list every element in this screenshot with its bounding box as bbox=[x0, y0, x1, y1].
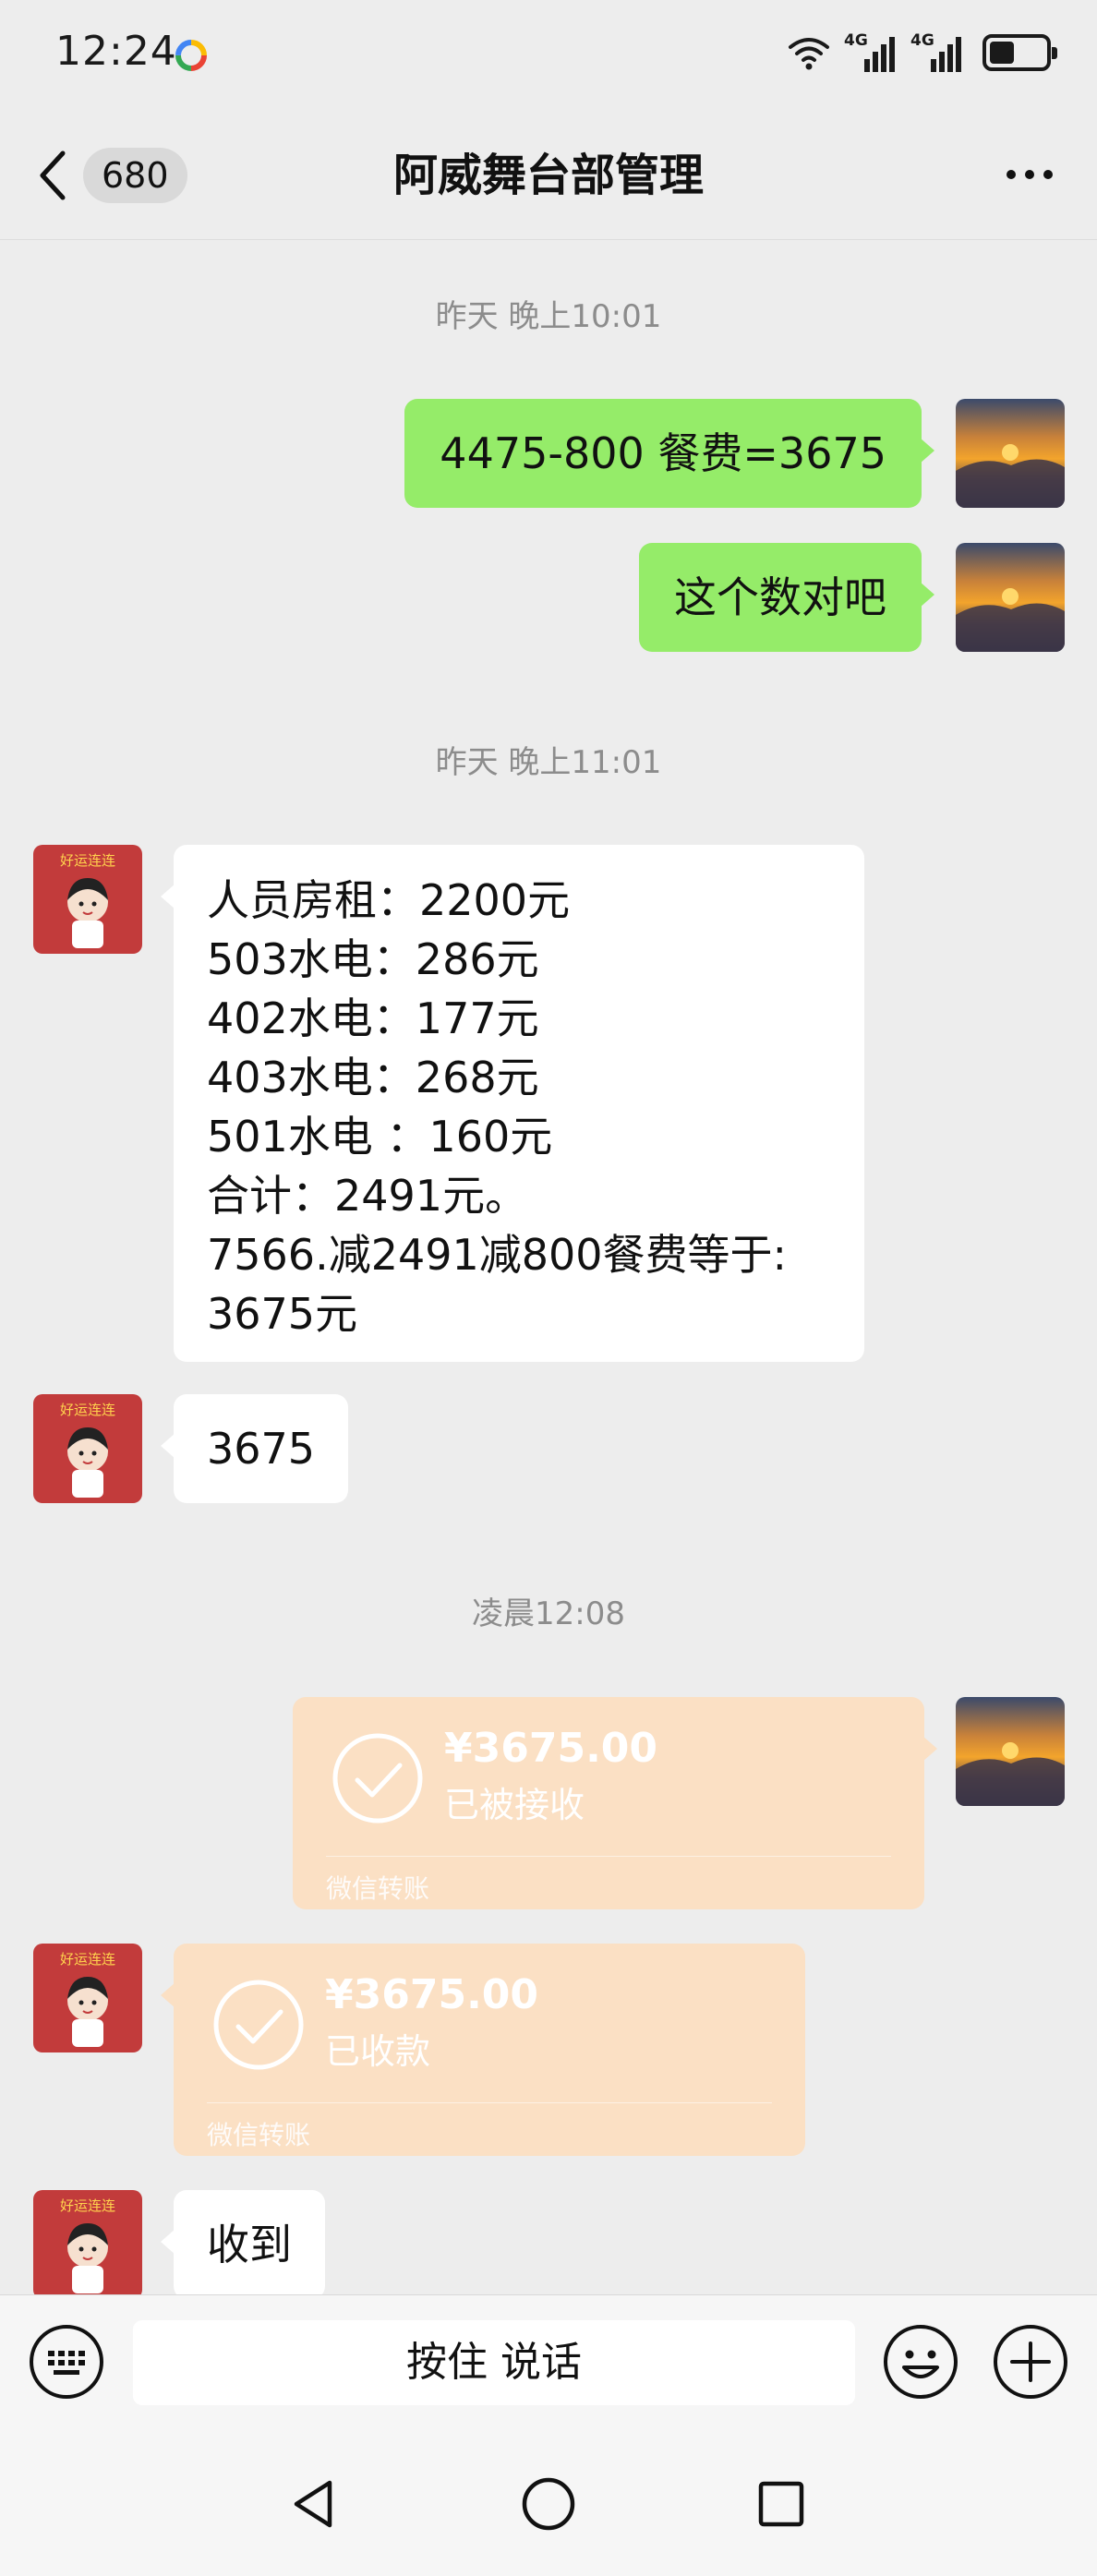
message-line: 403水电：268元 bbox=[207, 1053, 539, 1102]
input-bar: 按住 说话 bbox=[0, 2294, 1097, 2433]
circle-home-icon[interactable] bbox=[516, 2472, 581, 2536]
transfer-footer: 微信转账 bbox=[326, 1873, 430, 1904]
message-line: 3675元 bbox=[207, 1289, 358, 1339]
my-avatar[interactable] bbox=[956, 399, 1065, 508]
transfer-status: 已收款 bbox=[325, 2031, 431, 2072]
message-line: 503水电：286元 bbox=[207, 934, 539, 984]
incoming-message[interactable]: 收到 bbox=[161, 2190, 325, 2294]
transfer-status: 已被接收 bbox=[444, 1785, 585, 1825]
contact-avatar[interactable]: 好运连连 bbox=[33, 1944, 142, 2052]
cell-signal-icon: 4G bbox=[910, 31, 964, 74]
check-circle-icon bbox=[332, 1733, 423, 1824]
hold-to-talk-button[interactable]: 按住 说话 bbox=[133, 2320, 855, 2405]
my-avatar[interactable] bbox=[956, 543, 1065, 652]
svg-text:好运连连: 好运连连 bbox=[60, 1951, 115, 1968]
message-text: 这个数对吧 bbox=[674, 572, 886, 622]
outgoing-message[interactable]: 这个数对吧 bbox=[639, 543, 934, 652]
message-text: 3675 bbox=[207, 1424, 316, 1474]
triangle-back-icon[interactable] bbox=[282, 2472, 346, 2536]
message-text: 收到 bbox=[207, 2220, 292, 2269]
divider bbox=[207, 2102, 772, 2103]
transfer-amount: ¥3675.00 bbox=[325, 1971, 539, 2018]
divider bbox=[326, 1856, 891, 1857]
message-line: 合计：2491元。 bbox=[207, 1171, 528, 1221]
transfer-amount: ¥3675.00 bbox=[444, 1725, 658, 1772]
incoming-message[interactable]: 人员房租：2200元 503水电：286元 402水电：177元 403水电：2… bbox=[161, 845, 864, 1362]
wifi-icon bbox=[789, 38, 829, 70]
transfer-card-sent[interactable]: ¥3675.00 已被接收 微信转账 bbox=[293, 1697, 937, 1909]
incoming-message[interactable]: 3675 bbox=[160, 1394, 349, 1503]
svg-text:好运连连: 好运连连 bbox=[60, 2197, 115, 2214]
message-list[interactable]: 昨天 晚上10:01 4475-800 餐费=3675 这个数对吧 昨天 晚上1… bbox=[0, 240, 1097, 2294]
chat-title: 阿威舞台部管理 bbox=[392, 150, 704, 201]
status-bar: 12:24 4G 4G bbox=[0, 0, 1097, 106]
status-time: 12:24 bbox=[55, 28, 177, 75]
transfer-card-received[interactable]: ¥3675.00 已收款 微信转账 bbox=[161, 1944, 805, 2156]
contact-avatar[interactable]: 好运连连 bbox=[33, 845, 142, 954]
my-avatar[interactable] bbox=[956, 1697, 1065, 1806]
emoji-icon[interactable] bbox=[882, 2323, 959, 2401]
timestamp: 昨天 晚上10:01 bbox=[435, 298, 662, 335]
more-dots-icon bbox=[1007, 170, 1016, 179]
message-line: 7566.减2491减800餐费等于: bbox=[207, 1230, 788, 1280]
battery-icon bbox=[982, 34, 1057, 71]
app-notification-icon bbox=[175, 40, 207, 71]
keyboard-icon[interactable] bbox=[28, 2323, 105, 2401]
chat-header: 680 阿威舞台部管理 bbox=[0, 106, 1097, 240]
more-button[interactable] bbox=[988, 147, 1071, 202]
square-recent-icon[interactable] bbox=[749, 2472, 814, 2536]
contact-avatar[interactable]: 好运连连 bbox=[33, 1394, 142, 1503]
contact-avatar[interactable]: 好运连连 bbox=[33, 2190, 142, 2294]
timestamp: 凌晨12:08 bbox=[472, 1595, 625, 1632]
outgoing-message[interactable]: 4475-800 餐费=3675 bbox=[404, 399, 934, 508]
system-nav-bar bbox=[0, 2433, 1097, 2576]
plus-circle-icon[interactable] bbox=[992, 2323, 1069, 2401]
message-line: 人员房租：2200元 bbox=[207, 875, 571, 925]
check-circle-icon bbox=[213, 1980, 304, 2070]
transfer-footer: 微信转账 bbox=[207, 2120, 311, 2150]
message-line: 501水电 ：160元 bbox=[207, 1112, 553, 1162]
cell-signal-icon: 4G bbox=[844, 31, 898, 74]
timestamp: 昨天 晚上11:01 bbox=[435, 744, 662, 781]
svg-text:好运连连: 好运连连 bbox=[60, 1402, 115, 1418]
message-text: 4475-800 餐费=3675 bbox=[440, 428, 886, 478]
status-icons: 4G 4G bbox=[787, 31, 1057, 74]
message-line: 402水电：177元 bbox=[207, 993, 539, 1043]
svg-text:好运连连: 好运连连 bbox=[60, 852, 115, 869]
